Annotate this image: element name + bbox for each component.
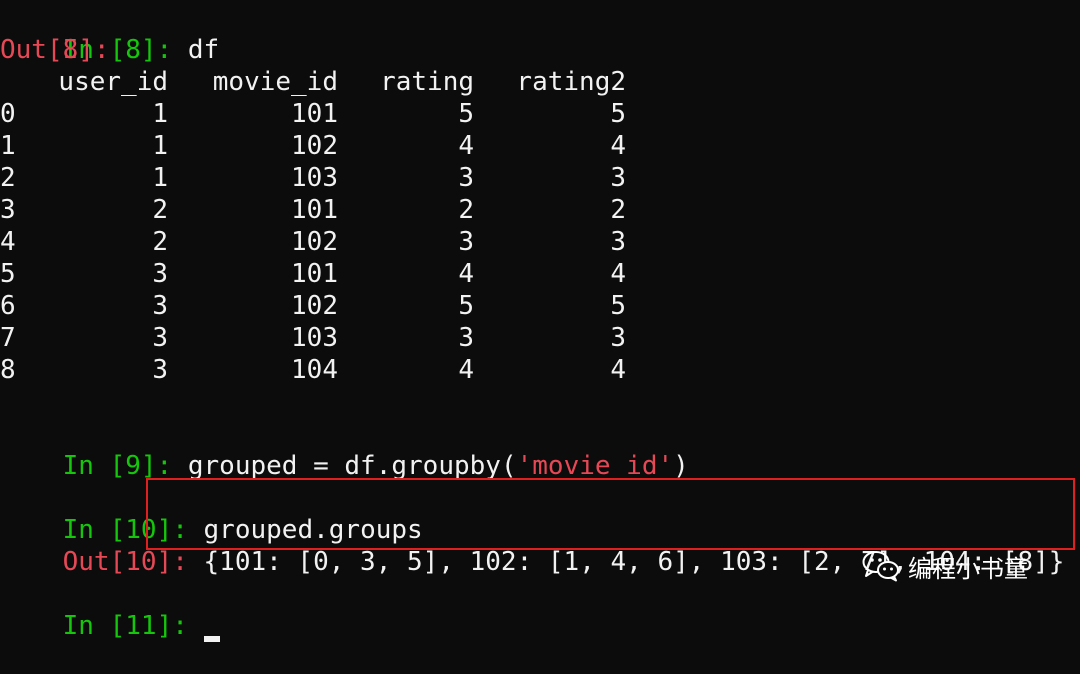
terminal-window[interactable]: In [8]: df Out[8]: user_id movie_id rati…: [0, 0, 1080, 642]
cell-rating2: 5: [610, 99, 626, 129]
cell-rating2: 3: [610, 323, 626, 353]
table-row: 2 1 103 3 3: [0, 162, 700, 194]
row-index: 7: [0, 323, 16, 353]
cell-rating2: 2: [610, 195, 626, 225]
cell-movie-id: 103: [291, 323, 338, 353]
row-index: 4: [0, 227, 16, 257]
table-row: 7 3 103 3 3: [0, 322, 700, 354]
row-index: 0: [0, 99, 16, 129]
table-row: 6 3 102 5 5: [0, 290, 700, 322]
output-prompt-8: Out[8]:: [0, 35, 110, 65]
input-code-9: grouped = df.groupby('movie_id'): [187, 451, 689, 481]
cell-rating: 4: [458, 355, 474, 385]
table-row: 4 2 102 3 3: [0, 226, 700, 258]
output-prompt-10: Out[10]:: [62, 547, 204, 577]
cell-rating: 4: [458, 259, 474, 289]
row-index: 1: [0, 131, 16, 161]
cell-user-id: 1: [152, 131, 168, 161]
cell-movie-id: 102: [291, 227, 338, 257]
cell-rating2: 3: [610, 163, 626, 193]
cell-movie-id: 102: [291, 131, 338, 161]
table-row: 8 3 104 4 4: [0, 354, 700, 386]
cell-rating2: 5: [610, 291, 626, 321]
cell-rating: 3: [458, 163, 474, 193]
cell-movie-id: 102: [291, 291, 338, 321]
input-prompt-9: In [9]:: [62, 451, 188, 481]
cell-user-id: 3: [152, 323, 168, 353]
cell-user-id: 2: [152, 227, 168, 257]
text-cursor: [203, 636, 220, 642]
column-header-movie-id: movie_id: [212, 67, 338, 97]
highlight-box: [146, 478, 1075, 550]
cell-user-id: 3: [152, 355, 168, 385]
cell-user-id: 2: [152, 195, 168, 225]
watermark-text: 编程小书童: [908, 554, 1028, 583]
row-index: 6: [0, 291, 16, 321]
cell-rating: 4: [458, 131, 474, 161]
cell-user-id: 3: [152, 291, 168, 321]
cell-rating: 3: [458, 323, 474, 353]
cell-movie-id: 101: [291, 259, 338, 289]
cell-movie-id: 104: [291, 355, 338, 385]
dataframe-header: user_id movie_id rating rating2: [0, 66, 700, 98]
watermark: 编程小书童: [862, 546, 1028, 586]
input-prompt-11: In [11]:: [62, 611, 204, 641]
column-header-rating2: rating2: [516, 67, 626, 97]
row-index: 8: [0, 355, 16, 385]
table-row: 5 3 101 4 4: [0, 258, 700, 290]
cell-rating2: 4: [610, 131, 626, 161]
column-header-rating: rating: [380, 67, 474, 97]
cell-rating: 5: [458, 291, 474, 321]
cell-user-id: 1: [152, 99, 168, 129]
input-line-8: In [8]: df: [0, 2, 220, 65]
string-literal: 'movie_id': [516, 451, 674, 481]
cell-rating2: 3: [610, 227, 626, 257]
row-index: 5: [0, 259, 16, 289]
cell-rating2: 4: [610, 355, 626, 385]
input-line-11[interactable]: In [11]:: [0, 578, 220, 642]
cell-rating: 5: [458, 99, 474, 129]
cell-movie-id: 103: [291, 163, 338, 193]
cell-rating: 3: [458, 227, 474, 257]
row-index: 2: [0, 163, 16, 193]
input-line-9: In [9]: grouped = df.groupby('movie_id'): [0, 418, 689, 481]
table-row: 0 1 101 5 5: [0, 98, 700, 130]
wechat-icon: [862, 550, 900, 582]
cell-user-id: 3: [152, 259, 168, 289]
table-row: 1 1 102 4 4: [0, 130, 700, 162]
row-index: 3: [0, 195, 16, 225]
cell-rating: 2: [458, 195, 474, 225]
column-header-user-id: user_id: [58, 67, 168, 97]
cell-movie-id: 101: [291, 195, 338, 225]
cell-user-id: 1: [152, 163, 168, 193]
cell-rating2: 4: [610, 259, 626, 289]
cell-movie-id: 101: [291, 99, 338, 129]
table-row: 3 2 101 2 2: [0, 194, 700, 226]
input-code-8: df: [187, 35, 220, 65]
